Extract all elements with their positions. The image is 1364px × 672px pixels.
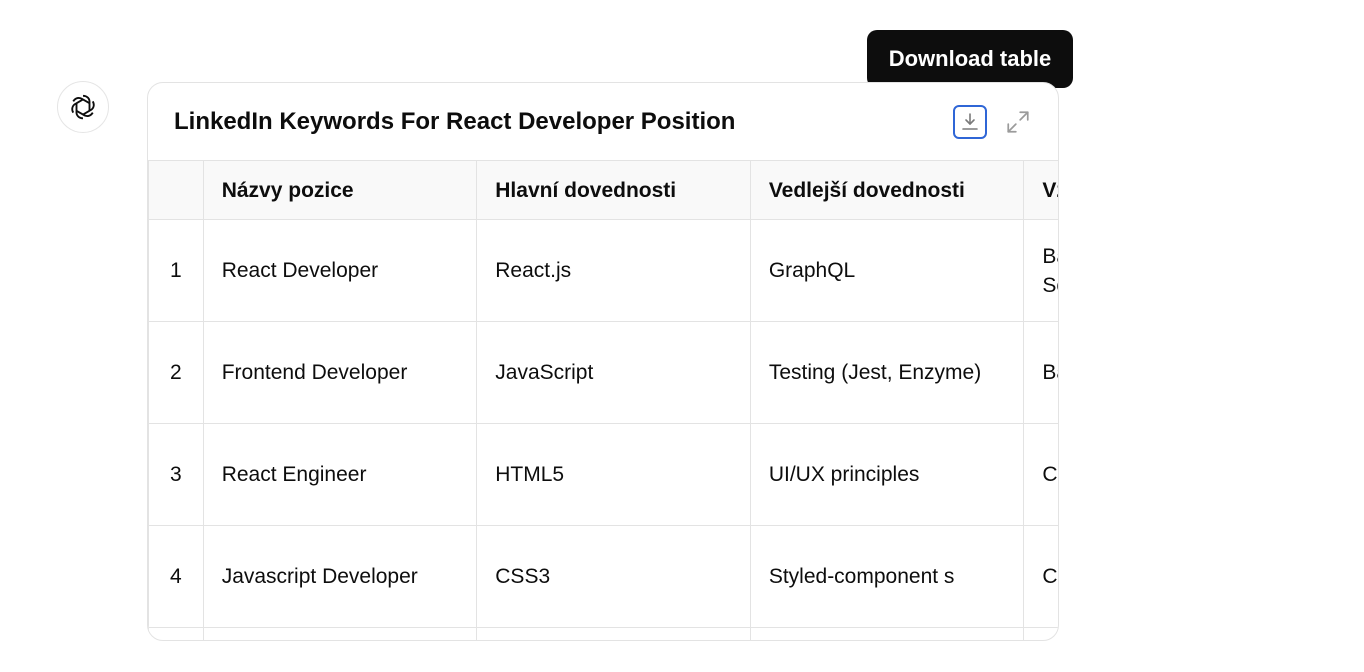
cell-main-skills: HTML5 xyxy=(476,423,751,526)
download-icon xyxy=(962,113,978,130)
cell-position-name xyxy=(202,627,478,640)
table-row: 2 Frontend Developer JavaScript Testing … xyxy=(148,321,1058,424)
expand-icon xyxy=(1007,111,1029,133)
cell-education: Certification React xyxy=(1023,423,1058,526)
tooltip-text: Download table xyxy=(888,46,1052,71)
row-index: 3 xyxy=(148,423,204,526)
assistant-avatar xyxy=(57,81,109,133)
row-index xyxy=(148,627,204,640)
cell-secondary-skills: UI/UX principles xyxy=(749,423,1025,526)
cell-position-name: React Engineer xyxy=(202,423,478,526)
chat-stage: Download table LinkedIn Keywords For Rea… xyxy=(0,0,1364,672)
cell-main-skills: CSS3 xyxy=(476,525,751,628)
table-row: 1 React Developer React.js GraphQL Bache… xyxy=(148,219,1058,322)
table-header-row: Názvy pozice Hlavní dovednosti Vedlejší … xyxy=(148,160,1058,220)
cell-secondary-skills: GraphQL xyxy=(749,219,1025,322)
cell-education: Bachelor’s D in Computer Science xyxy=(1023,219,1058,322)
cell-secondary-skills: Styled-component s xyxy=(749,525,1025,628)
cell-main-skills: React.js xyxy=(476,219,751,322)
expand-table-button[interactable] xyxy=(1001,105,1035,139)
table-row: 4 Javascript Developer CSS3 Styled-compo… xyxy=(148,525,1058,628)
cell-main-skills: JavaScript xyxy=(476,321,751,424)
table-row: 3 React Engineer HTML5 UI/UX principles … xyxy=(148,423,1058,526)
cell-main-skills xyxy=(476,627,751,640)
download-table-button[interactable] xyxy=(953,105,987,139)
download-tooltip: Download table xyxy=(867,30,1073,88)
openai-logo-icon xyxy=(71,94,95,120)
cell-position-name: React Developer xyxy=(202,219,478,322)
row-index: 1 xyxy=(148,219,204,322)
table-row-partial xyxy=(148,627,1058,640)
cell-position-name: Javascript Developer xyxy=(202,525,478,628)
header-main-skills[interactable]: Hlavní dovednosti xyxy=(476,160,751,220)
table-title: LinkedIn Keywords For React Developer Po… xyxy=(174,108,736,135)
row-index: 2 xyxy=(148,321,204,424)
cell-education xyxy=(1023,627,1058,640)
header-secondary-skills[interactable]: Vedlejší dovednosti xyxy=(749,160,1025,220)
cell-secondary-skills xyxy=(749,627,1025,640)
cell-secondary-skills: Testing (Jest, Enzyme) xyxy=(749,321,1025,424)
cell-position-name: Frontend Developer xyxy=(202,321,478,424)
keywords-table: Názvy pozice Hlavní dovednosti Vedlejší … xyxy=(148,160,1058,640)
table-scroll-area[interactable]: Názvy pozice Hlavní dovednosti Vedlejší … xyxy=(148,160,1058,640)
row-index: 4 xyxy=(148,525,204,628)
header-education[interactable]: Vzdělání a k xyxy=(1023,160,1058,220)
cell-education: Bachelor’s D in IT xyxy=(1023,321,1058,424)
header-index xyxy=(148,160,204,220)
cell-education: Certification JavaScript xyxy=(1023,525,1058,628)
card-header: LinkedIn Keywords For React Developer Po… xyxy=(148,83,1058,160)
table-card: LinkedIn Keywords For React Developer Po… xyxy=(147,82,1059,641)
header-position-name[interactable]: Názvy pozice xyxy=(202,160,478,220)
